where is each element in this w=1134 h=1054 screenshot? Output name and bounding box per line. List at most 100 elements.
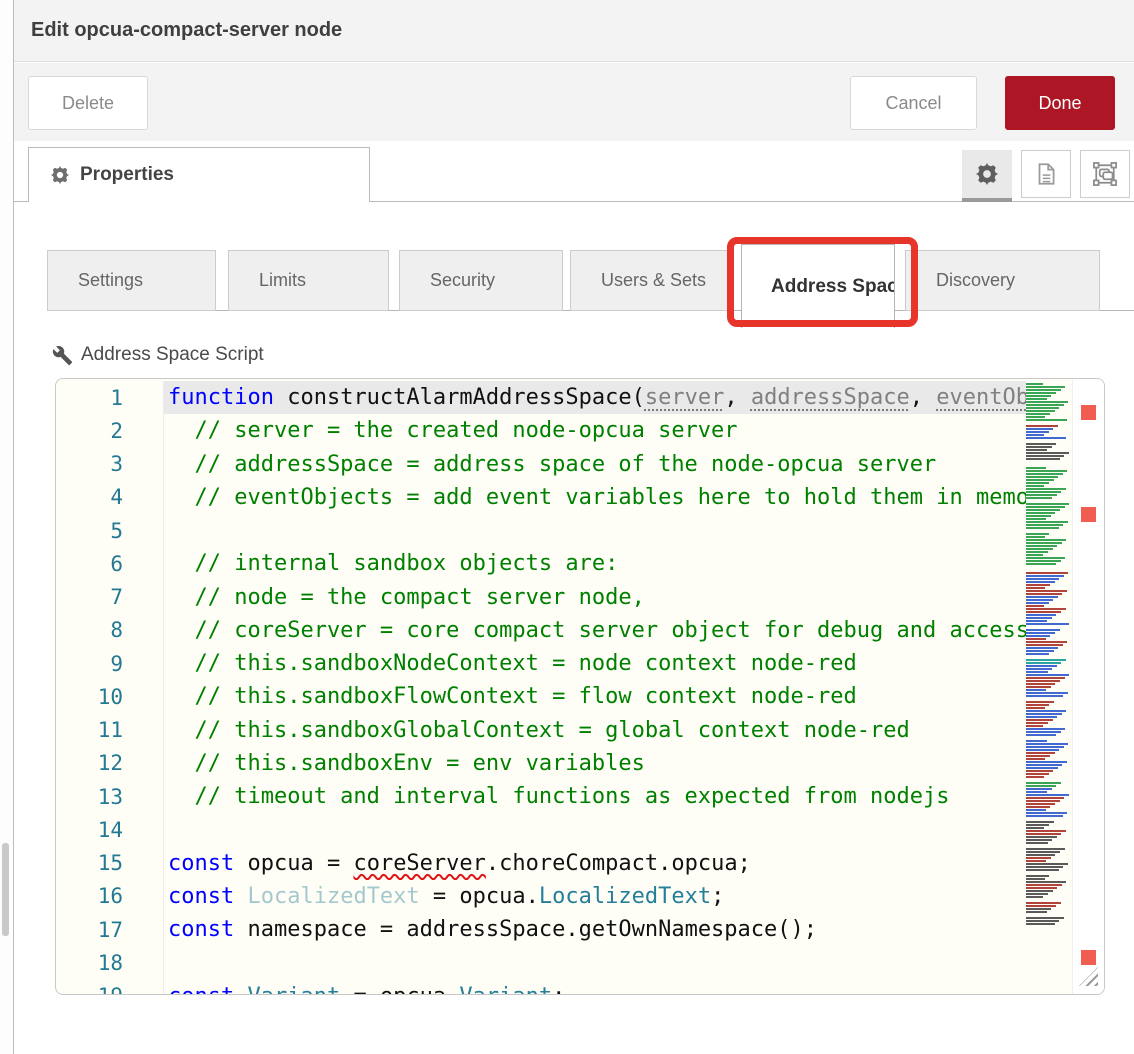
minimap-line — [1026, 596, 1058, 598]
minimap-line — [1026, 560, 1061, 562]
minimap-line — [1026, 842, 1048, 844]
minimap-line — [1026, 575, 1064, 577]
minimap-line — [1026, 602, 1049, 604]
minimap-line — [1026, 668, 1052, 670]
appearance-icon-button[interactable] — [1080, 150, 1130, 198]
tab-properties[interactable]: Properties — [28, 147, 370, 202]
minimap-line — [1026, 410, 1055, 412]
editor-minimap[interactable] — [1026, 383, 1072, 990]
minimap-line — [1026, 797, 1064, 799]
line-number-gutter: 5 — [56, 514, 164, 547]
minimap-line — [1026, 431, 1049, 433]
minimap-line — [1026, 521, 1068, 523]
minimap-line — [1026, 467, 1046, 469]
minimap-line — [1026, 401, 1068, 403]
cancel-button[interactable]: Cancel — [850, 76, 977, 130]
minimap-line — [1026, 470, 1067, 472]
minimap-line — [1026, 827, 1044, 829]
code-line: 12 // this.sandboxEnv = env variables — [56, 747, 1026, 780]
minimap-line — [1026, 437, 1066, 439]
line-number-gutter: 13 — [56, 780, 164, 813]
tab-properties-label: Properties — [80, 164, 174, 186]
minimap-line — [1026, 419, 1067, 421]
minimap-line — [1026, 806, 1050, 808]
address-space-script-editor[interactable]: 1function constructAlarmAddressSpace(ser… — [55, 378, 1105, 995]
code-line: 7 // node = the compact server node, — [56, 581, 1026, 614]
minimap-line — [1026, 860, 1046, 862]
minimap-line — [1026, 920, 1059, 922]
line-number: 4 — [56, 485, 123, 509]
minimap-line — [1026, 392, 1056, 394]
subtab-users-sets[interactable]: Users & Sets — [570, 250, 731, 311]
subtab-limits[interactable]: Limits — [228, 250, 389, 311]
minimap-line — [1026, 746, 1064, 748]
minimap-line — [1026, 632, 1055, 634]
minimap-line — [1026, 383, 1043, 385]
code-text: // eventObjects = add event variables he… — [164, 481, 1026, 514]
minimap-line — [1026, 743, 1068, 745]
minimap-line — [1026, 653, 1049, 655]
minimap-line — [1026, 491, 1061, 493]
code-text: // coreServer = core compact server obje… — [164, 614, 1026, 647]
code-text: function constructAlarmAddressSpace(serv… — [164, 381, 1026, 414]
minimap-line — [1026, 533, 1049, 535]
error-marker — [1081, 405, 1096, 420]
minimap-line — [1026, 836, 1057, 838]
minimap-line — [1026, 512, 1055, 514]
line-number: 3 — [56, 452, 123, 476]
minimap-line — [1026, 896, 1043, 898]
minimap-line — [1026, 923, 1055, 925]
line-number-gutter: 1 — [56, 381, 164, 414]
minimap-line — [1026, 803, 1055, 805]
minimap-line — [1026, 479, 1054, 481]
minimap-line — [1026, 854, 1055, 856]
minimap-line — [1026, 635, 1050, 637]
minimap-line — [1026, 734, 1056, 736]
minimap-line — [1026, 593, 1062, 595]
line-number-gutter: 14 — [56, 813, 164, 846]
code-line: 3 // addressSpace = address space of the… — [56, 448, 1026, 481]
done-button[interactable]: Done — [1005, 76, 1115, 130]
minimap-line — [1026, 782, 1061, 784]
subtab-discovery[interactable]: Discovery — [905, 250, 1100, 311]
minimap-line — [1026, 395, 1051, 397]
minimap-line — [1026, 617, 1052, 619]
minimap-line — [1026, 689, 1046, 691]
minimap-line — [1026, 812, 1067, 814]
minimap-line — [1026, 671, 1048, 673]
minimap-line — [1026, 488, 1066, 490]
subtab-security[interactable]: Security — [399, 250, 563, 311]
delete-button[interactable]: Delete — [28, 76, 148, 130]
description-icon-button[interactable] — [1021, 150, 1071, 198]
code-line: 8 // coreServer = core compact server ob… — [56, 614, 1026, 647]
minimap-line — [1026, 386, 1065, 388]
code-line: 14 — [56, 813, 1026, 846]
button-tray: Delete Cancel Done — [14, 63, 1134, 141]
minimap-line — [1026, 476, 1058, 478]
appearance-icon — [1091, 160, 1119, 188]
subtab-settings[interactable]: Settings — [47, 250, 216, 311]
minimap-line — [1026, 449, 1047, 451]
editor-overview-ruler[interactable] — [1072, 379, 1104, 994]
line-number-gutter: 12 — [56, 747, 164, 780]
line-number-gutter: 15 — [56, 847, 164, 880]
minimap-line — [1026, 506, 1065, 508]
code-text: const Variant = opcua.Variant; — [164, 980, 1026, 996]
minimap-line — [1026, 605, 1044, 607]
minimap-line — [1026, 851, 1060, 853]
minimap-line — [1026, 497, 1052, 499]
minimap-line — [1026, 752, 1055, 754]
code-text: // this.sandboxGlobalContext = global co… — [164, 714, 1026, 747]
minimap-line — [1026, 578, 1059, 580]
minimap-line — [1026, 452, 1069, 454]
subtab-address-space-active[interactable]: Address Space — [741, 244, 895, 328]
minimap-line — [1026, 614, 1056, 616]
minimap-line — [1026, 554, 1043, 556]
page-scrollbar-thumb[interactable] — [2, 843, 9, 936]
minimap-line — [1026, 587, 1045, 589]
minimap-line — [1026, 740, 1047, 742]
line-number: 6 — [56, 552, 123, 576]
properties-icon-button[interactable] — [962, 150, 1012, 202]
wrench-icon — [52, 345, 73, 366]
code-line: 6 // internal sandbox objects are: — [56, 547, 1026, 580]
